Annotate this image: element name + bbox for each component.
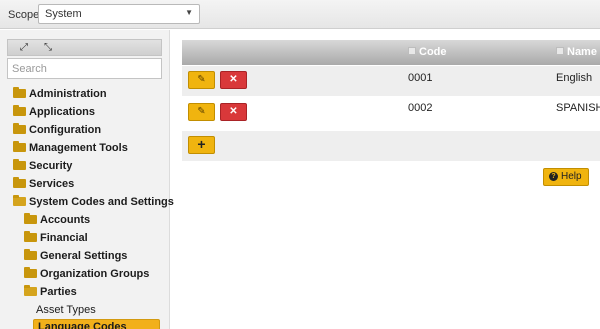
edit-button[interactable]: ✎ xyxy=(188,71,215,89)
name-cell: English xyxy=(556,72,593,84)
tree-item-organization-groups[interactable]: Organization Groups xyxy=(24,266,149,282)
column-header-code[interactable]: Code xyxy=(408,46,447,58)
folder-open-icon xyxy=(24,285,37,296)
tree-item-label: Administration xyxy=(29,88,107,100)
folder-icon xyxy=(13,105,26,116)
tree-item-label: Organization Groups xyxy=(40,268,150,280)
navigation-panel: ⤢ ⤡ Administration Applications Configur… xyxy=(0,30,174,329)
folder-icon xyxy=(13,123,26,134)
folder-icon xyxy=(13,159,26,170)
tree-item-applications[interactable]: Applications xyxy=(13,104,95,120)
scope-dropdown[interactable]: System ▼ xyxy=(38,4,200,24)
tree-item-general-settings[interactable]: General Settings xyxy=(24,248,127,264)
tree-item-financial[interactable]: Financial xyxy=(24,230,88,246)
folder-icon xyxy=(13,141,26,152)
add-button[interactable]: + xyxy=(188,136,215,154)
tree-item-label: Security xyxy=(29,160,73,172)
add-row: + xyxy=(182,131,600,161)
table-header: Code Name xyxy=(182,40,600,65)
delete-button[interactable]: ✕ xyxy=(220,103,247,121)
tree-item-label: System Codes and Settings xyxy=(29,196,174,208)
tree-item-parties[interactable]: Parties xyxy=(24,284,77,300)
folder-icon xyxy=(13,87,26,98)
expand-all-icon[interactable]: ⤢ xyxy=(14,41,34,54)
folder-icon xyxy=(24,213,37,224)
tree-item-security[interactable]: Security xyxy=(13,158,72,174)
tree-item-configuration[interactable]: Configuration xyxy=(13,122,101,138)
tree-item-label: Management Tools xyxy=(29,142,128,154)
table-row: ✎ ✕ 0001 English xyxy=(182,66,600,96)
sort-checkbox-icon xyxy=(556,47,564,55)
name-cell: SPANISH xyxy=(556,102,600,114)
scope-label: Scope xyxy=(8,9,40,21)
scope-selected-value: System xyxy=(45,8,82,20)
tree-item-label: Accounts xyxy=(40,214,91,226)
folder-open-icon xyxy=(13,195,26,206)
tree-item-label: Financial xyxy=(40,232,88,244)
tree-item-label: Services xyxy=(29,178,75,190)
search-field[interactable] xyxy=(7,58,162,79)
tree-item-label: Parties xyxy=(40,286,77,298)
sort-checkbox-icon xyxy=(408,47,416,55)
scope-bar: Scope System ▼ xyxy=(0,0,600,29)
column-header-label: Code xyxy=(419,46,447,58)
delete-button[interactable]: ✕ xyxy=(220,71,247,89)
column-header-label: Name xyxy=(567,46,597,58)
tree-item-services[interactable]: Services xyxy=(13,176,74,192)
question-icon: ? xyxy=(549,172,558,181)
collapse-all-icon[interactable]: ⤡ xyxy=(38,41,58,54)
tree-item-label: Applications xyxy=(29,106,96,118)
tree-item-administration[interactable]: Administration xyxy=(13,86,107,102)
folder-icon xyxy=(24,249,37,260)
tree-item-label: Configuration xyxy=(29,124,102,136)
tree-toolbar: ⤢ ⤡ xyxy=(7,39,162,56)
code-cell: 0001 xyxy=(408,72,433,84)
tree-item-system-codes[interactable]: System Codes and Settings xyxy=(13,194,174,210)
folder-icon xyxy=(24,267,37,278)
edit-button[interactable]: ✎ xyxy=(188,103,215,121)
help-button[interactable]: ? Help xyxy=(543,168,589,186)
search-input[interactable] xyxy=(8,59,161,78)
code-cell: 0002 xyxy=(408,102,433,114)
tree-item-label: General Settings xyxy=(40,250,128,262)
tree-item-language-codes[interactable]: Language Codes xyxy=(33,319,160,329)
tree-item-asset-types[interactable]: Asset Types xyxy=(36,302,96,318)
folder-icon xyxy=(13,177,26,188)
chevron-down-icon: ▼ xyxy=(185,8,193,17)
tree-item-accounts[interactable]: Accounts xyxy=(24,212,90,228)
folder-icon xyxy=(24,231,37,242)
table-row: ✎ ✕ 0002 SPANISH xyxy=(182,96,600,126)
column-header-name[interactable]: Name xyxy=(556,46,597,58)
tree-item-management-tools[interactable]: Management Tools xyxy=(13,140,128,156)
help-button-label: Help xyxy=(561,171,582,182)
